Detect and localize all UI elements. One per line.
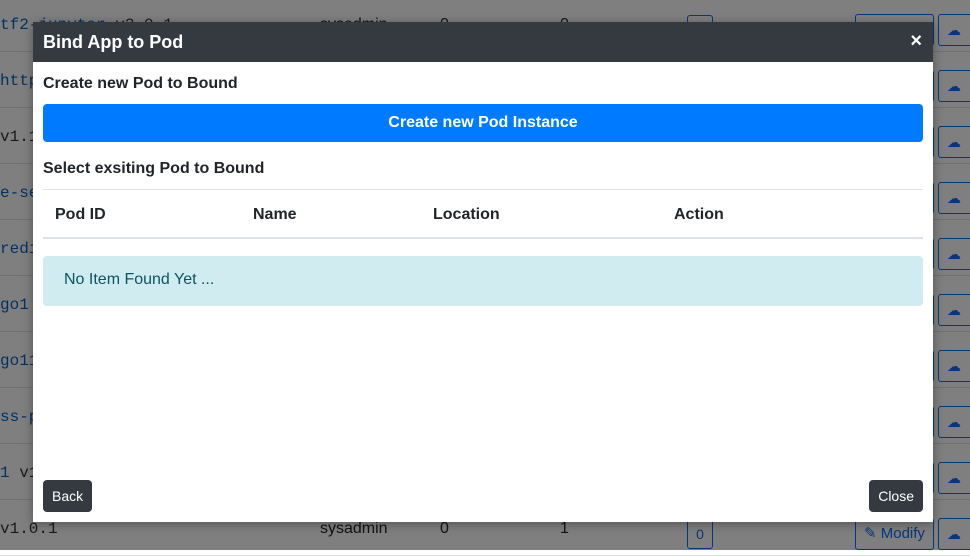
- empty-state-alert: No Item Found Yet ...: [43, 256, 923, 306]
- pod-table-header: Pod ID Name Location Action: [43, 189, 923, 239]
- create-section-title: Create new Pod to Bound: [43, 75, 238, 92]
- close-button[interactable]: Close: [869, 480, 923, 512]
- column-header-action: Action: [674, 206, 724, 223]
- column-header-name: Name: [253, 206, 297, 223]
- column-header-pod-id: Pod ID: [55, 206, 106, 223]
- modal-header: Bind App to Pod ×: [33, 22, 933, 62]
- bind-app-modal: Bind App to Pod × Create new Pod to Boun…: [33, 22, 933, 522]
- select-section-title: Select exsiting Pod to Bound: [43, 160, 265, 177]
- back-button[interactable]: Back: [43, 480, 93, 512]
- create-pod-instance-button[interactable]: Create new Pod Instance: [43, 104, 923, 142]
- modal-title: Bind App to Pod: [43, 32, 184, 52]
- close-icon[interactable]: ×: [910, 30, 922, 52]
- column-header-location: Location: [433, 206, 500, 223]
